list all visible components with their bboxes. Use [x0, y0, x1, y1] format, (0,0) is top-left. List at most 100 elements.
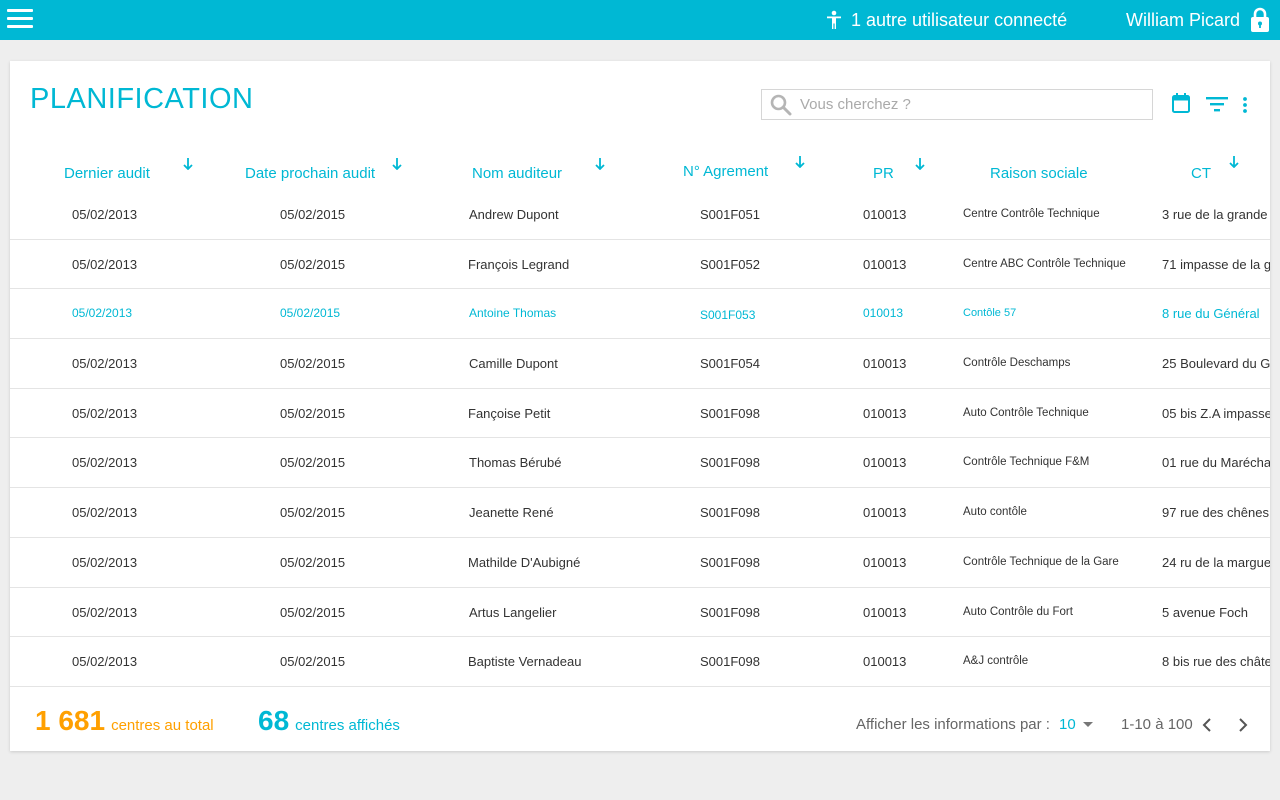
cell-raison-sociale: Contrôle Technique de la Gare: [963, 555, 1119, 568]
cell-agrement: S001F098: [700, 405, 760, 421]
lock-icon[interactable]: [1250, 7, 1270, 33]
per-page-value[interactable]: 10: [1059, 716, 1076, 733]
cell-ct: 8 bis rue des châte: [1162, 654, 1270, 670]
cell-agrement: S001F053: [700, 308, 756, 323]
sort-arrow-icon[interactable]: [1229, 156, 1239, 168]
table-row-selected[interactable]: 05/02/2013 05/02/2015 Antoine Thomas S00…: [10, 289, 1270, 340]
table-row[interactable]: 05/02/2013 05/02/2015 Artus Langelier S0…: [10, 588, 1270, 638]
total-count: 1 681: [35, 705, 106, 736]
cell-date-prochain-audit: 05/02/2015: [280, 554, 346, 570]
column-ct[interactable]: CT: [1191, 151, 1211, 195]
person-icon: [827, 10, 841, 29]
search-icon: [770, 94, 792, 115]
table-row[interactable]: 05/02/2013 05/02/2015 Camille Dupont S00…: [10, 339, 1270, 389]
cell-ct: 25 Boulevard du G: [1162, 356, 1270, 372]
cell-dernier-audit: 05/02/2013: [72, 306, 133, 321]
cell-dernier-audit: 05/02/2013: [72, 405, 138, 421]
cell-nom-auditeur: Mathilde D'Aubigné: [468, 554, 581, 570]
cell-dernier-audit: 05/02/2013: [72, 505, 138, 521]
online-users-indicator: 1 autre utilisateur connecté: [825, 0, 1067, 40]
search-box[interactable]: [761, 89, 1153, 120]
cell-agrement: S001F098: [700, 604, 760, 620]
sort-arrow-icon[interactable]: [392, 158, 402, 170]
cell-dernier-audit: 05/02/2013: [72, 604, 138, 620]
cell-ct: 8 rue du Général: [1162, 306, 1260, 322]
cell-pr: 010013: [863, 505, 907, 521]
calendar-icon[interactable]: [1172, 93, 1190, 113]
cell-ct: 5 avenue Foch: [1162, 604, 1249, 620]
cell-ct: 05 bis Z.A impasse: [1162, 405, 1270, 421]
table-row[interactable]: 05/02/2013 05/02/2015 Fançoise Petit S00…: [10, 389, 1270, 439]
column-date-prochain-audit[interactable]: Date prochain audit: [245, 151, 375, 195]
cell-pr: 010013: [863, 554, 907, 570]
cell-date-prochain-audit: 05/02/2015: [280, 356, 346, 372]
table-row[interactable]: 05/02/2013 05/02/2015 Mathilde D'Aubigné…: [10, 538, 1270, 588]
per-page-label: Afficher les informations par :: [856, 716, 1050, 733]
per-page-select[interactable]: 10: [1059, 716, 1096, 733]
shown-label: centres affichés: [295, 717, 400, 734]
sort-arrow-icon[interactable]: [183, 158, 193, 170]
cell-date-prochain-audit: 05/02/2015: [280, 604, 346, 620]
column-raison-sociale[interactable]: Raison sociale: [990, 151, 1088, 195]
cell-ct: 71 impasse de la g: [1162, 256, 1270, 272]
cell-nom-auditeur: Baptiste Vernadeau: [468, 654, 582, 670]
sort-arrow-icon[interactable]: [915, 158, 925, 170]
cell-dernier-audit: 05/02/2013: [72, 455, 138, 471]
cell-nom-auditeur: Antoine Thomas: [469, 306, 557, 321]
table-row[interactable]: 05/02/2013 05/02/2015 François Legrand S…: [10, 240, 1270, 290]
cell-agrement: S001F098: [700, 554, 760, 570]
table-row[interactable]: 05/02/2013 05/02/2015 Jeanette René S001…: [10, 488, 1270, 538]
cell-agrement: S001F098: [700, 455, 760, 471]
table-row[interactable]: 05/02/2013 05/02/2015 Thomas Bérubé S001…: [10, 438, 1270, 489]
table-row[interactable]: 05/02/2013 05/02/2015 Baptiste Vernadeau…: [10, 637, 1270, 687]
cell-pr: 010013: [863, 207, 907, 222]
shown-centers: 68 centres affichés: [258, 705, 400, 737]
cell-agrement: S001F098: [700, 654, 760, 670]
table-body: 05/02/2013 05/02/2015 Andrew Dupont S001…: [10, 190, 1270, 687]
pagination-range: 1-10 à 100: [1121, 716, 1193, 733]
table-row[interactable]: 05/02/2013 05/02/2015 Andrew Dupont S001…: [10, 190, 1270, 240]
cell-raison-sociale: Auto contôle: [963, 506, 1027, 519]
user-name[interactable]: William Picard: [1126, 10, 1240, 31]
column-nom-auditeur[interactable]: Nom auditeur: [472, 151, 562, 195]
menu-icon[interactable]: [7, 9, 33, 31]
more-options-icon[interactable]: [1242, 96, 1248, 114]
cell-date-prochain-audit: 05/02/2015: [280, 207, 346, 222]
cell-pr: 010013: [863, 256, 907, 272]
cell-dernier-audit: 05/02/2013: [72, 256, 138, 272]
total-label: centres au total: [111, 717, 214, 734]
sort-arrow-icon[interactable]: [595, 158, 605, 170]
column-dernier-audit[interactable]: Dernier audit: [64, 151, 150, 195]
filter-icon[interactable]: [1206, 96, 1228, 112]
cell-agrement: S001F051: [700, 207, 760, 222]
cell-date-prochain-audit: 05/02/2015: [280, 455, 346, 471]
cell-nom-auditeur: Fançoise Petit: [468, 405, 551, 421]
per-page-control: Afficher les informations par : 10: [856, 716, 1096, 733]
cell-raison-sociale: A&J contrôle: [963, 655, 1029, 668]
dropdown-arrow-icon[interactable]: [1080, 720, 1096, 730]
planning-card: PLANIFICATION Dernier audit Date prochai…: [10, 61, 1270, 751]
cell-nom-auditeur: Thomas Bérubé: [469, 455, 562, 471]
previous-page-icon[interactable]: [1201, 718, 1213, 732]
cell-agrement: S001F098: [700, 505, 760, 521]
total-centers: 1 681 centres au total: [35, 705, 214, 737]
column-pr[interactable]: PR: [873, 151, 894, 195]
cell-date-prochain-audit: 05/02/2015: [280, 505, 346, 521]
column-agrement[interactable]: N° Agrement: [683, 149, 768, 193]
cell-raison-sociale: Contôle 57: [963, 307, 1017, 320]
cell-agrement: S001F054: [700, 356, 760, 372]
next-page-icon[interactable]: [1237, 718, 1249, 732]
cell-dernier-audit: 05/02/2013: [72, 356, 138, 372]
user-menu[interactable]: William Picard: [1126, 0, 1270, 40]
cell-dernier-audit: 05/02/2013: [72, 554, 138, 570]
cell-raison-sociale: Centre Contrôle Technique: [963, 208, 1100, 220]
cell-date-prochain-audit: 05/02/2015: [280, 405, 346, 421]
cell-nom-auditeur: Camille Dupont: [469, 356, 558, 372]
cell-date-prochain-audit: 05/02/2015: [280, 256, 346, 272]
table-footer: 1 681 centres au total 68 centres affich…: [10, 701, 1270, 751]
cell-date-prochain-audit: 05/02/2015: [280, 306, 341, 321]
search-input[interactable]: [800, 96, 1140, 113]
sort-arrow-icon[interactable]: [795, 156, 805, 168]
top-bar: 1 autre utilisateur connecté William Pic…: [0, 0, 1280, 40]
cell-date-prochain-audit: 05/02/2015: [280, 654, 346, 670]
